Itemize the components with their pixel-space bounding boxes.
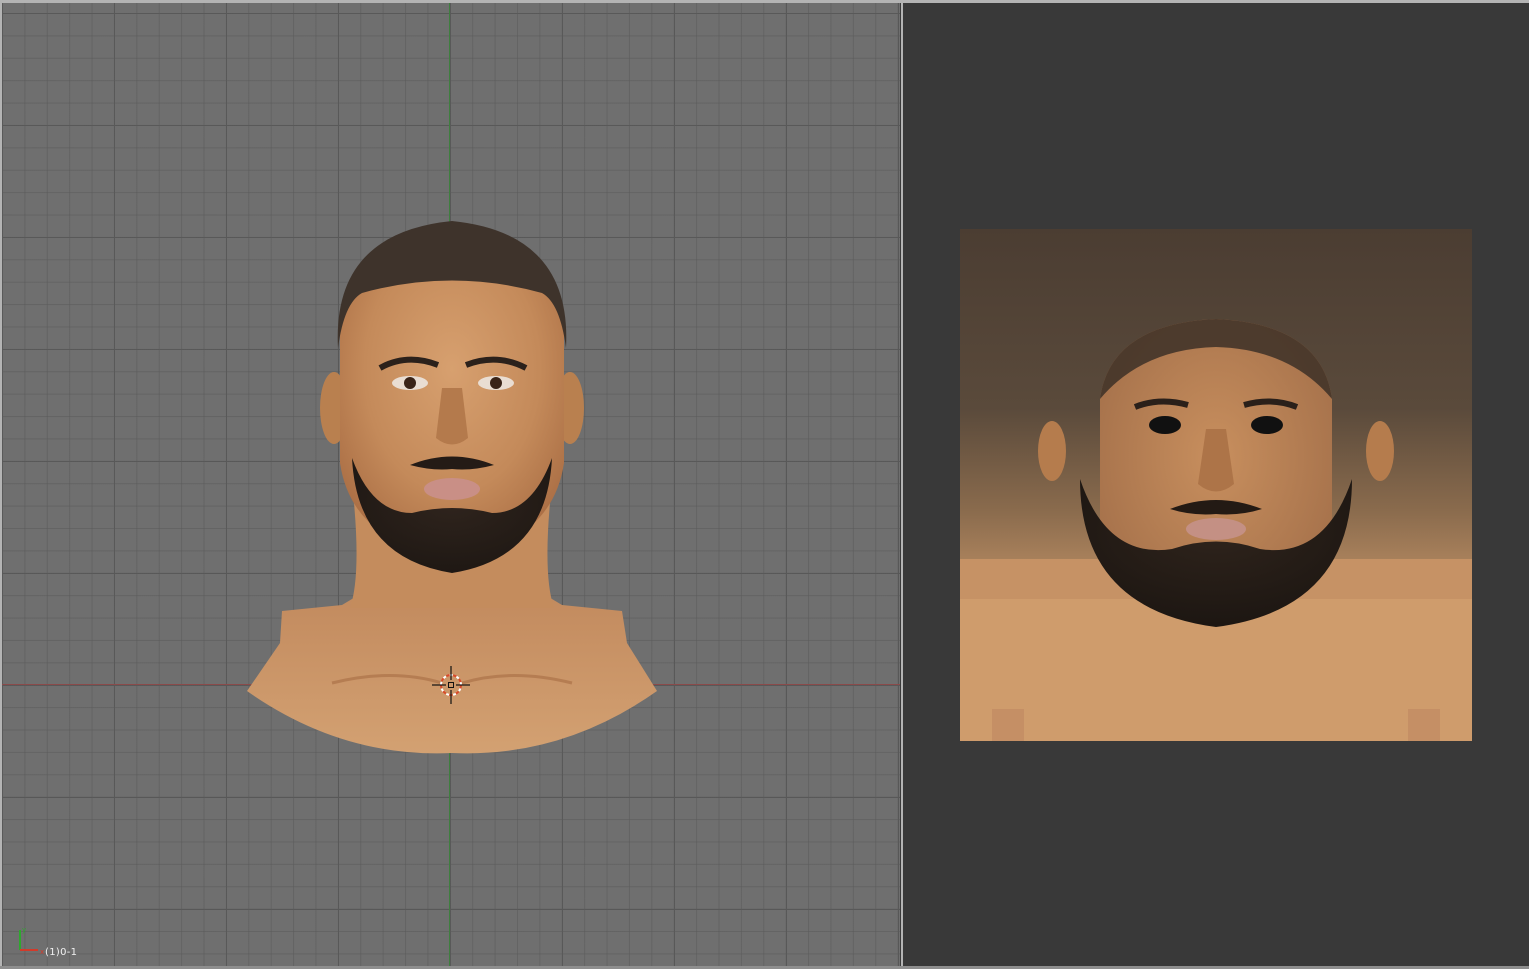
svg-text:x: x xyxy=(40,948,44,956)
uv-image-editor[interactable] xyxy=(903,3,1529,966)
frame-label: (1)0-1 xyxy=(45,947,78,958)
svg-text:y: y xyxy=(22,926,26,934)
uv-face-texture[interactable] xyxy=(960,229,1472,741)
3d-cursor-icon[interactable] xyxy=(432,666,470,704)
3d-viewport[interactable]: x y (1)0-1 xyxy=(2,3,901,966)
axes-gizmo-icon: x y xyxy=(19,926,44,956)
blender-window: x y (1)0-1 xyxy=(0,0,1529,969)
